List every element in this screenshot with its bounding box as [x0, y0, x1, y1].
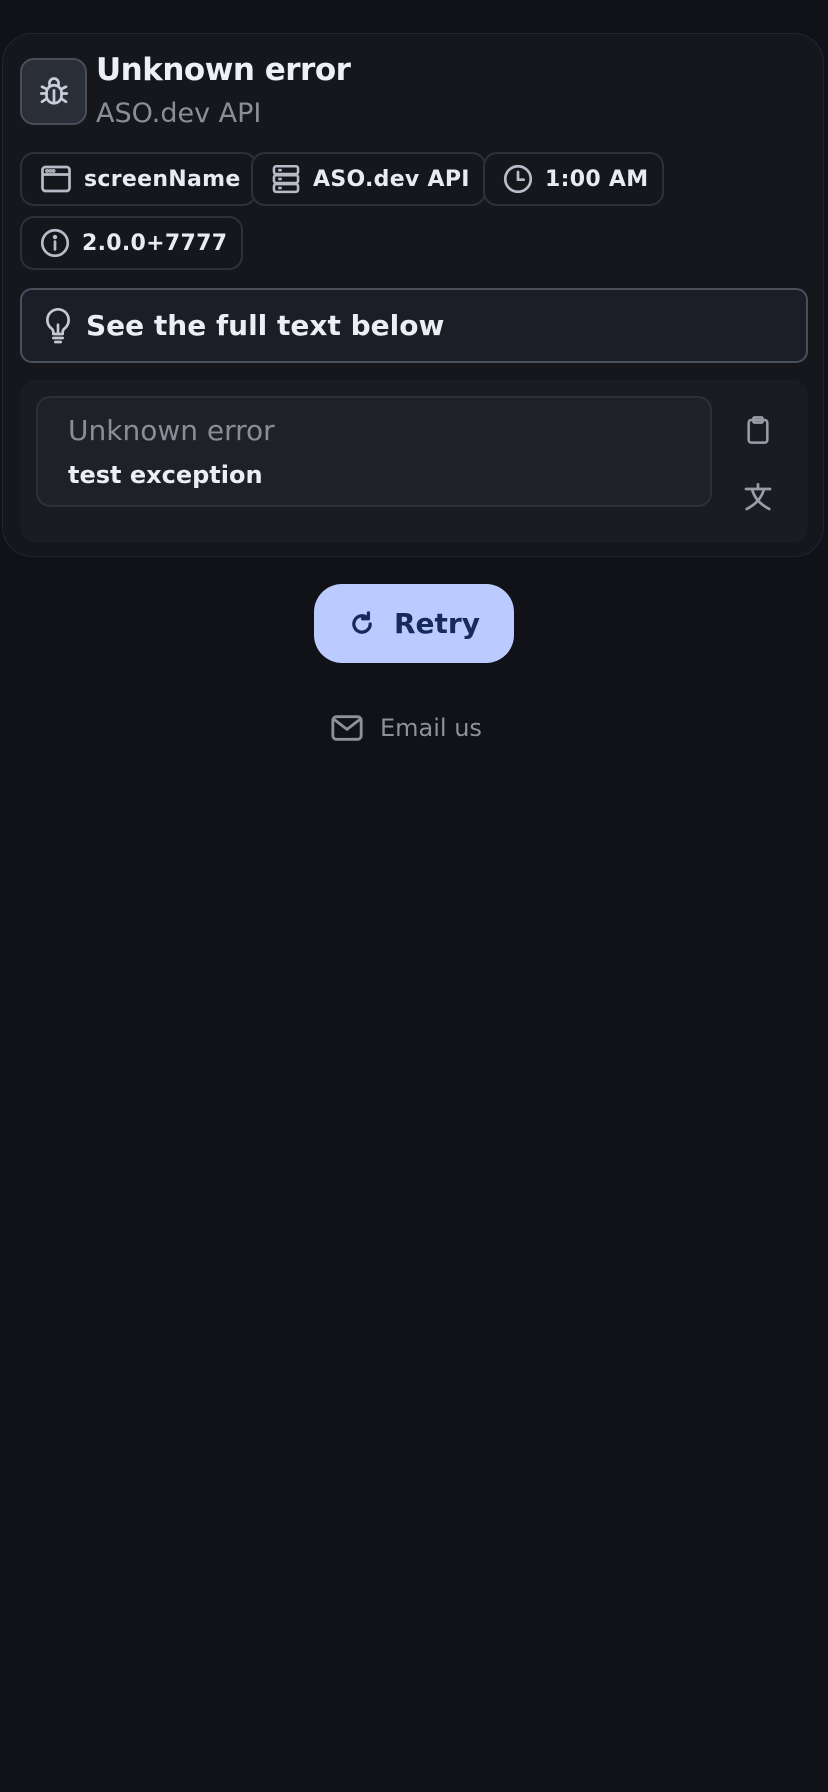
hint-bar: See the full text below [20, 288, 808, 363]
chip-screen-name[interactable]: screenName [20, 152, 257, 206]
chip-api[interactable]: ASO.dev API [251, 152, 486, 206]
info-icon [40, 228, 70, 258]
clipboard-icon [747, 416, 769, 444]
error-icon-badge [20, 58, 87, 125]
chip-version[interactable]: 2.0.0+7777 [20, 216, 244, 270]
server-icon [272, 164, 300, 194]
chip-time[interactable]: 1:00 AM [483, 152, 665, 206]
retry-button[interactable]: Retry [314, 584, 514, 663]
chip-label: ASO.dev API [313, 166, 470, 192]
chip-label: screenName [84, 166, 241, 192]
copy-button[interactable] [736, 408, 780, 452]
error-message-box[interactable] [36, 396, 712, 507]
browser-window-icon [41, 165, 71, 193]
error-message-title: Unknown error [68, 414, 275, 447]
error-source: ASO.dev API [96, 98, 262, 129]
translate-button[interactable] [736, 475, 780, 519]
email-us-link[interactable]: Email us [330, 708, 482, 748]
retry-label: Retry [394, 607, 480, 640]
refresh-icon [352, 610, 372, 634]
mail-icon [331, 715, 363, 741]
email-label: Email us [380, 714, 482, 742]
chip-label: 2.0.0+7777 [82, 230, 228, 256]
hint-text: See the full text below [86, 309, 445, 342]
translate-icon [744, 483, 772, 511]
lightbulb-icon [46, 307, 70, 343]
bug-icon [39, 76, 68, 105]
clock-icon [503, 164, 533, 194]
chip-label: 1:00 AM [545, 166, 649, 192]
error-title: Unknown error [96, 52, 351, 88]
error-message-body: test exception [68, 461, 263, 489]
